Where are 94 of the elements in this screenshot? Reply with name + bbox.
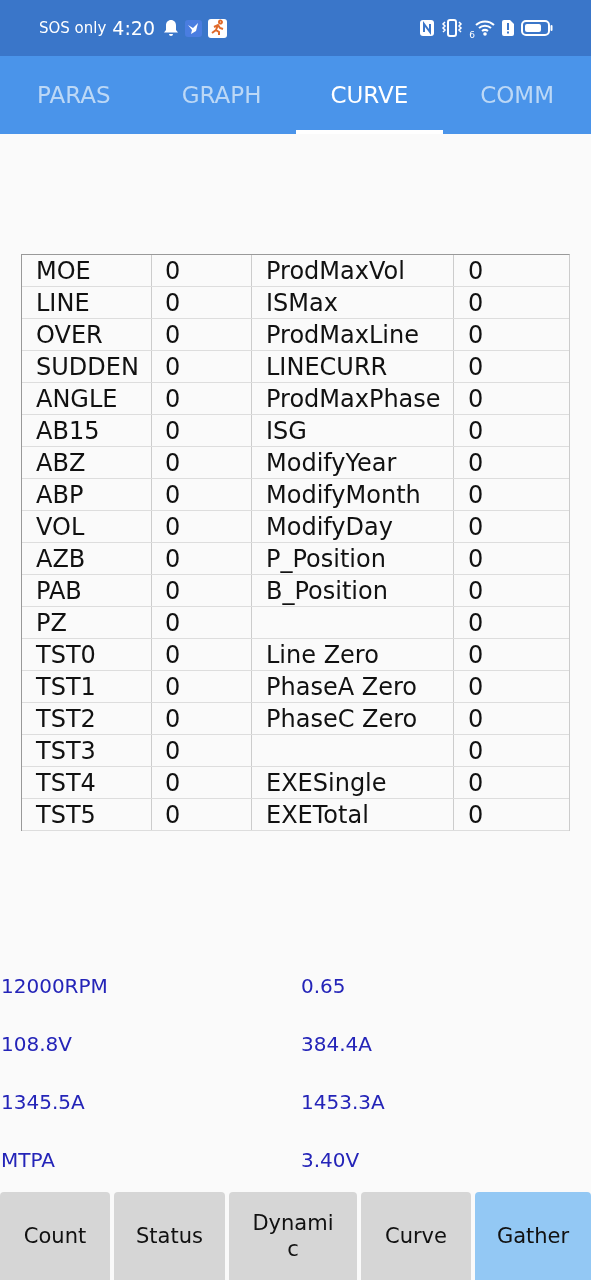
table-cell: 0 <box>468 768 484 797</box>
table-cell: AZB <box>36 544 86 573</box>
nfc-icon <box>419 19 436 37</box>
table-cell: ProdMaxPhase <box>266 384 441 413</box>
network-label: 6 <box>469 30 475 40</box>
table-cell: 0 <box>468 640 484 669</box>
clock-time: 4:20 <box>112 17 156 39</box>
table-cell: PZ <box>36 608 67 637</box>
table-cell: MOE <box>36 256 91 285</box>
reading-value: 108.8V <box>0 1032 73 1056</box>
table-cell: TST3 <box>36 736 96 765</box>
table-cell: TST1 <box>36 672 96 701</box>
vibrate-icon <box>441 19 464 37</box>
table-cell: 0 <box>165 352 181 381</box>
table-cell: 0 <box>468 480 484 509</box>
table-cell: AB15 <box>36 416 100 445</box>
action-button[interactable]: Count <box>0 1192 110 1280</box>
action-button[interactable]: Curve <box>361 1192 471 1280</box>
runner-app-icon <box>208 18 228 38</box>
table-cell: 0 <box>468 800 484 829</box>
carrier-text: SOS only <box>39 19 107 37</box>
table-cell: 0 <box>468 448 484 477</box>
table-cell: TST2 <box>36 704 96 733</box>
table-cell: ProdMaxVol <box>266 256 405 285</box>
table-cell: ANGLE <box>36 384 118 413</box>
table-cell: B_Position <box>266 576 388 605</box>
reading-value: 384.4A <box>301 1032 372 1056</box>
table-cell: 0 <box>165 800 181 829</box>
wifi-icon <box>475 19 495 37</box>
table-cell: 0 <box>468 352 484 381</box>
action-button[interactable]: Dynamic <box>229 1192 357 1280</box>
table-cell: ABZ <box>36 448 86 477</box>
table-cell: PAB <box>36 576 82 605</box>
table-cell: 0 <box>165 288 181 317</box>
table-cell: ModifyYear <box>266 448 397 477</box>
sim-alert-icon <box>501 19 515 37</box>
reading-value: 3.40V <box>301 1148 360 1172</box>
table-cell: EXETotal <box>266 800 369 829</box>
table-cell: 0 <box>165 416 181 445</box>
table-cell: 0 <box>165 256 181 285</box>
table-cell: 0 <box>468 288 484 317</box>
table-cell: 0 <box>165 640 181 669</box>
table-cell: 0 <box>165 768 181 797</box>
table-cell: 0 <box>468 576 484 605</box>
table-cell: 0 <box>165 512 181 541</box>
table-cell: 0 <box>165 320 181 349</box>
table-cell: LINECURR <box>266 352 388 381</box>
battery-icon <box>521 19 553 37</box>
action-button[interactable]: Gather <box>475 1192 591 1280</box>
table-cell: 0 <box>165 672 181 701</box>
table-cell: EXESingle <box>266 768 387 797</box>
table-cell: 0 <box>165 608 181 637</box>
table-cell: ModifyDay <box>266 512 393 541</box>
table-cell: 0 <box>468 704 484 733</box>
reading-value: 1345.5A <box>0 1090 86 1114</box>
table-cell: 0 <box>165 576 181 605</box>
table-cell: 0 <box>165 480 181 509</box>
table-cell: 0 <box>468 256 484 285</box>
table-cell: 0 <box>468 736 484 765</box>
table-cell: ISG <box>266 416 307 445</box>
table-cell: PhaseA Zero <box>266 672 417 701</box>
table-cell: 0 <box>165 384 181 413</box>
table-cell: OVER <box>36 320 103 349</box>
table-cell: PhaseC Zero <box>266 704 418 733</box>
table-cell: TST4 <box>36 768 96 797</box>
table-cell: VOL <box>36 512 85 541</box>
reading-value: 12000RPM <box>0 974 109 998</box>
table-cell: TST0 <box>36 640 96 669</box>
table-cell: P_Position <box>266 544 386 573</box>
bird-app-icon <box>185 19 203 37</box>
table-cell: 0 <box>468 608 484 637</box>
table-cell: 0 <box>165 704 181 733</box>
table-cell: 0 <box>165 448 181 477</box>
table-cell: 0 <box>165 544 181 573</box>
table-cell: SUDDEN <box>36 352 139 381</box>
reading-value: 1453.3A <box>301 1090 385 1114</box>
table-cell: 0 <box>165 736 181 765</box>
table-cell: ABP <box>36 480 84 509</box>
table-cell: 0 <box>468 384 484 413</box>
table-cell: 0 <box>468 320 484 349</box>
reading-value: 0.65 <box>301 974 346 998</box>
table-cell: ModifyMonth <box>266 480 421 509</box>
table-cell: TST5 <box>36 800 96 829</box>
bell-icon <box>163 19 180 37</box>
table-cell: 0 <box>468 544 484 573</box>
table-cell: 0 <box>468 416 484 445</box>
action-button[interactable]: Status <box>114 1192 225 1280</box>
reading-value: MTPA <box>0 1148 56 1172</box>
table-cell: ISMax <box>266 288 338 317</box>
table-cell: Line Zero <box>266 640 379 669</box>
table-cell: ProdMaxLine <box>266 320 419 349</box>
table-cell: 0 <box>468 512 484 541</box>
table-cell: LINE <box>36 288 90 317</box>
table-cell: 0 <box>468 672 484 701</box>
